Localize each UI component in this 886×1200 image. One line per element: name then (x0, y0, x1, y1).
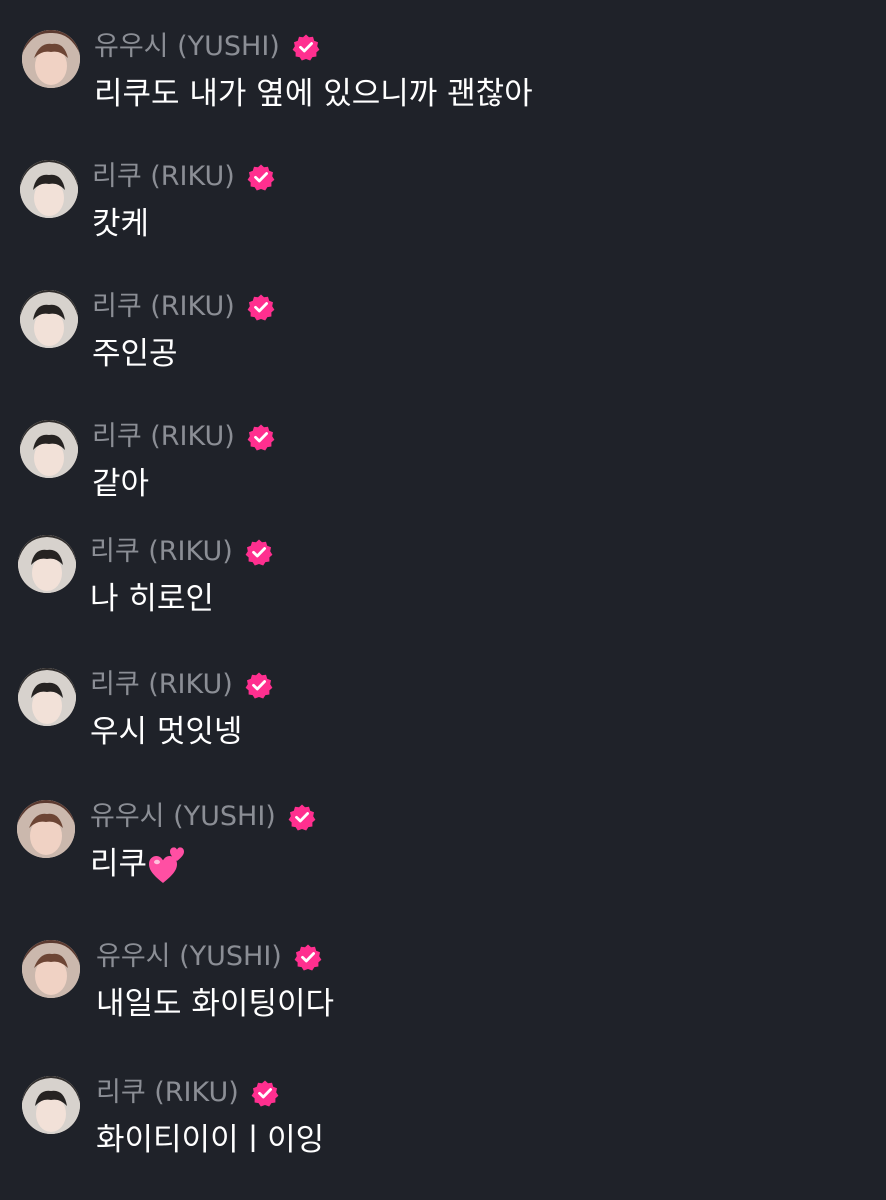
verified-badge-icon (247, 163, 275, 191)
riku-avatar[interactable] (18, 535, 76, 593)
message-text: 우시 멋잇넹 (90, 714, 243, 750)
yushi-avatar[interactable] (17, 800, 75, 858)
sender-row: 리쿠 (RIKU) (92, 420, 275, 454)
sender-name[interactable]: 리쿠 (RIKU) (96, 1076, 239, 1110)
chat-message: 리쿠 (RIKU) 주인공 (0, 290, 886, 410)
riku-avatar[interactable] (20, 420, 78, 478)
sender-name[interactable]: 리쿠 (RIKU) (90, 668, 233, 702)
chat-message: 리쿠 (RIKU) 화이티이이ㅣ이잉 (0, 1076, 886, 1196)
chat-message: 리쿠 (RIKU) 같아 (0, 420, 886, 540)
message-text: 리쿠도 내가 옆에 있으니까 괜찮아 (94, 76, 533, 112)
sender-row: 리쿠 (RIKU) (92, 160, 275, 194)
sender-row: 유우시 (YUSHI) (96, 940, 322, 974)
message-text: 캇케 (92, 206, 150, 242)
verified-badge-icon (294, 943, 322, 971)
riku-avatar[interactable] (22, 1076, 80, 1134)
sender-name[interactable]: 리쿠 (RIKU) (90, 535, 233, 569)
sender-row: 유우시 (YUSHI) (90, 800, 316, 834)
chat-message: 유우시 (YUSHI) 내일도 화이팅이다 (0, 940, 886, 1060)
verified-badge-icon (245, 671, 273, 699)
sender-row: 유우시 (YUSHI) (94, 30, 320, 64)
message-text: 내일도 화이팅이다 (96, 986, 335, 1022)
message-text: 같아 (92, 466, 150, 502)
two-hearts-icon (149, 844, 185, 884)
riku-avatar[interactable] (20, 160, 78, 218)
message-text: 화이티이이ㅣ이잉 (96, 1122, 325, 1158)
message-text-row: 리쿠 (90, 842, 185, 886)
chat-message: 리쿠 (RIKU) 나 히로인 (0, 535, 886, 655)
verified-badge-icon (245, 538, 273, 566)
sender-name[interactable]: 유우시 (YUSHI) (90, 800, 276, 834)
verified-badge-icon (247, 423, 275, 451)
message-text: 나 히로인 (90, 581, 214, 617)
verified-badge-icon (247, 293, 275, 321)
message-text: 주인공 (92, 336, 178, 372)
yushi-avatar[interactable] (22, 30, 80, 88)
chat-message: 리쿠 (RIKU) 캇케 (0, 160, 886, 280)
verified-badge-icon (292, 33, 320, 61)
yushi-avatar[interactable] (22, 940, 80, 998)
riku-avatar[interactable] (18, 668, 76, 726)
chat-message: 유우시 (YUSHI) 리쿠도 내가 옆에 있으니까 괜찮아 (0, 30, 886, 150)
chat-message-list: 유우시 (YUSHI) 리쿠도 내가 옆에 있으니까 괜찮아 리쿠 (RIKU)… (0, 0, 886, 1200)
chat-message: 유우시 (YUSHI) 리쿠 (0, 800, 886, 920)
sender-name[interactable]: 리쿠 (RIKU) (92, 160, 235, 194)
sender-name[interactable]: 리쿠 (RIKU) (92, 290, 235, 324)
riku-avatar[interactable] (20, 290, 78, 348)
sender-row: 리쿠 (RIKU) (92, 290, 275, 324)
message-text: 리쿠 (90, 846, 148, 882)
chat-message: 리쿠 (RIKU) 우시 멋잇넹 (0, 668, 886, 788)
sender-row: 리쿠 (RIKU) (96, 1076, 279, 1110)
sender-name[interactable]: 유우시 (YUSHI) (94, 30, 280, 64)
sender-row: 리쿠 (RIKU) (90, 668, 273, 702)
sender-row: 리쿠 (RIKU) (90, 535, 273, 569)
sender-name[interactable]: 리쿠 (RIKU) (92, 420, 235, 454)
verified-badge-icon (288, 803, 316, 831)
verified-badge-icon (251, 1079, 279, 1107)
sender-name[interactable]: 유우시 (YUSHI) (96, 940, 282, 974)
